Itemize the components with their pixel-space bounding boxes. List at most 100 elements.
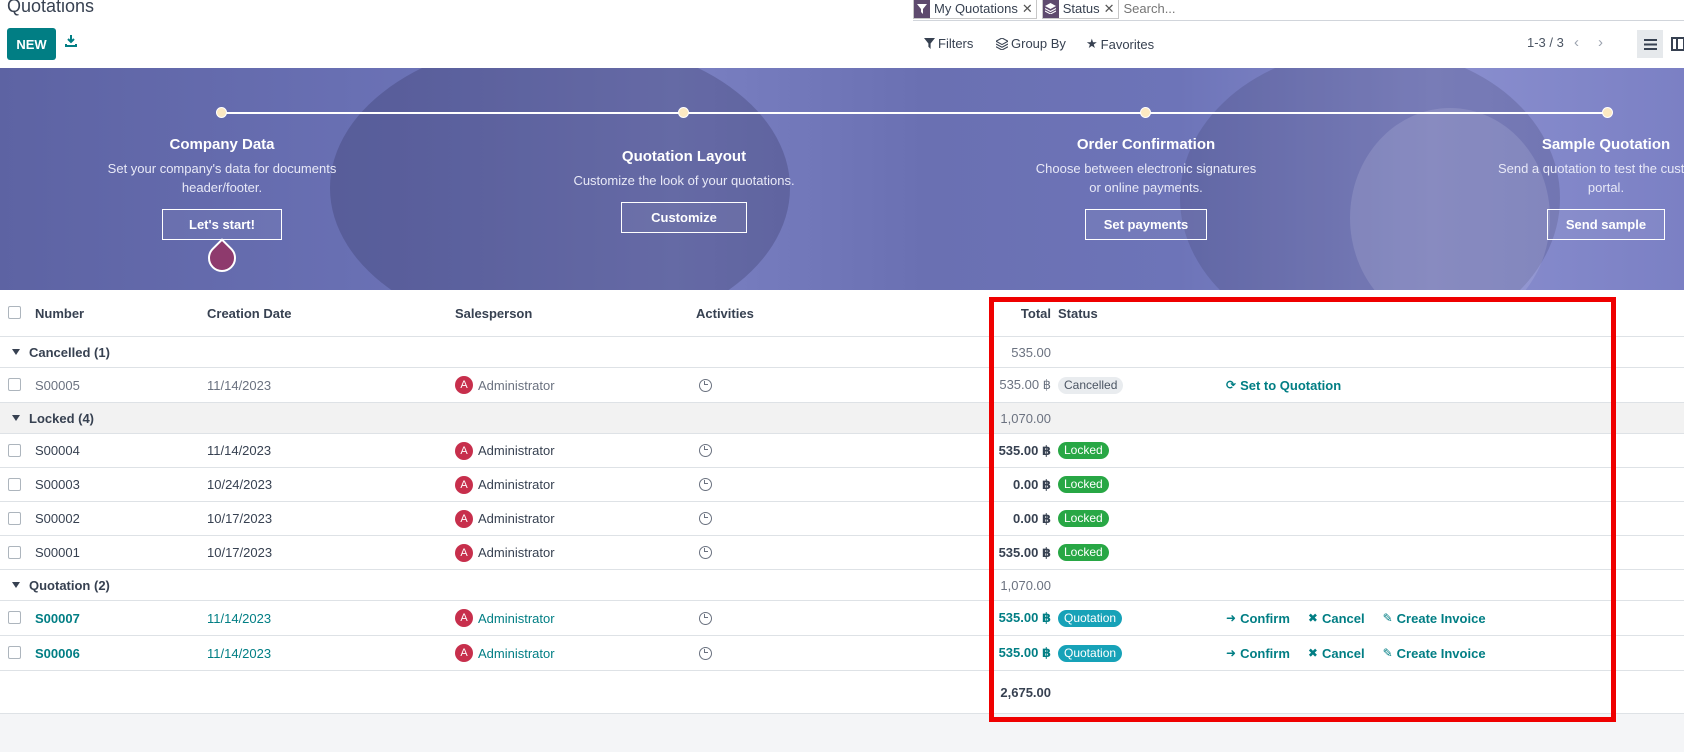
favorites-label: Favorites — [1100, 36, 1155, 52]
lets-start-button[interactable]: Let's start! — [162, 209, 282, 240]
favorites-toggle[interactable]: ★ Favorites — [1086, 36, 1154, 52]
avatar: A — [455, 441, 473, 460]
send-sample-button[interactable]: Send sample — [1546, 209, 1666, 240]
clock-icon[interactable] — [699, 546, 712, 559]
page-title: Quotations — [7, 0, 95, 16]
row-activity[interactable] — [699, 601, 712, 635]
clock-icon[interactable] — [699, 444, 712, 457]
close-icon[interactable]: ✕ — [1104, 0, 1118, 18]
control-panel: Quotations NEW My Quotations ✕ Status ✕ … — [0, 0, 1684, 68]
row-date: 10/24/2023 — [207, 477, 273, 492]
star-icon: ★ — [1086, 36, 1098, 51]
layers-icon — [1042, 0, 1059, 18]
row-activity[interactable] — [699, 468, 712, 501]
row-salesperson: A Administrator — [455, 536, 555, 569]
kanban-view-button[interactable] — [1670, 30, 1684, 58]
step-desc: Choose between electronic signatures or … — [1035, 161, 1257, 195]
col-activities[interactable]: Activities — [696, 290, 754, 336]
avatar: A — [455, 475, 473, 494]
progress-track — [222, 112, 1607, 114]
row-activity[interactable] — [699, 536, 712, 569]
search-input[interactable] — [1123, 1, 1374, 16]
row-number: S00003 — [35, 477, 80, 492]
row-checkbox[interactable] — [8, 477, 21, 491]
clock-icon[interactable] — [699, 611, 712, 625]
facet-my-quotations: My Quotations ✕ — [913, 0, 1037, 19]
row-activity[interactable] — [699, 502, 712, 535]
row-checkbox[interactable] — [8, 511, 21, 525]
row-date: 10/17/2023 — [207, 545, 273, 560]
select-all-checkbox[interactable] — [8, 306, 21, 319]
clock-icon[interactable] — [699, 512, 712, 525]
clock-icon[interactable] — [699, 378, 712, 392]
filters-toggle[interactable]: Filters — [924, 36, 973, 51]
row-activity[interactable] — [699, 368, 712, 402]
step-desc: Customize the look of your quotations. — [573, 173, 795, 188]
facet-status: Status ✕ — [1041, 0, 1119, 19]
list-icon — [1643, 38, 1657, 50]
row-number: S00007 — [35, 610, 80, 626]
close-icon[interactable]: ✕ — [1022, 0, 1036, 18]
step-dot — [678, 107, 689, 118]
row-date: 11/14/2023 — [207, 377, 272, 393]
step-title: Company Data — [169, 136, 275, 153]
col-salesperson[interactable]: Salesperson — [455, 290, 532, 336]
group-label: Locked (4) — [29, 410, 95, 426]
step-dot — [216, 107, 227, 118]
set-payments-button[interactable]: Set payments — [1084, 209, 1208, 240]
row-date: 11/14/2023 — [207, 443, 272, 458]
new-button[interactable]: NEW — [7, 28, 56, 60]
row-salesperson: A Administrator — [455, 502, 555, 535]
avatar: A — [455, 376, 473, 394]
group-label: Cancelled (1) — [29, 344, 110, 360]
step-quotation-layout: Quotation Layout Customize the look of y… — [554, 148, 814, 233]
row-checkbox[interactable] — [8, 378, 21, 391]
step-title: Sample Quotation — [1541, 136, 1671, 153]
row-checkbox[interactable] — [8, 646, 21, 659]
step-desc: Send a quotation to test the customer po… — [1497, 161, 1684, 195]
step-title: Quotation Layout — [621, 148, 747, 165]
filters-label: Filters — [938, 36, 974, 51]
groupby-label: Group By — [1011, 36, 1066, 51]
highlight-box — [989, 297, 1616, 722]
row-salesperson: A Administrator — [455, 368, 555, 402]
row-activity[interactable] — [699, 636, 712, 670]
row-checkbox[interactable] — [8, 443, 21, 457]
list-view-button[interactable] — [1637, 30, 1663, 58]
row-activity[interactable] — [699, 434, 712, 467]
step-title: Order Confirmation — [1076, 136, 1216, 153]
facet-label: My Quotations — [934, 0, 1018, 16]
col-number[interactable]: Number — [35, 290, 84, 336]
download-icon[interactable] — [64, 34, 80, 50]
group-label: Quotation (2) — [29, 577, 110, 593]
row-checkbox[interactable] — [8, 611, 21, 624]
filter-icon — [914, 0, 930, 18]
row-salesperson: A Administrator — [455, 468, 555, 501]
pager-value[interactable]: 1-3 / 3 — [1527, 35, 1564, 50]
row-number: S00002 — [35, 511, 80, 526]
caret-down-icon — [12, 415, 20, 421]
chevron-left-icon[interactable]: ‹ — [1574, 34, 1579, 51]
row-number: S00001 — [35, 545, 80, 560]
row-date: 11/14/2023 — [207, 645, 272, 661]
col-creation-date[interactable]: Creation Date — [207, 290, 292, 336]
layers-icon — [996, 37, 1008, 50]
customize-button[interactable]: Customize — [621, 202, 747, 233]
chevron-right-icon[interactable]: › — [1598, 34, 1603, 51]
row-salesperson: A Administrator — [455, 601, 555, 635]
onboarding-banner: Company Data Set your company's data for… — [0, 68, 1684, 290]
clock-icon[interactable] — [699, 478, 712, 491]
kanban-icon — [1671, 37, 1684, 51]
row-number: S00004 — [35, 443, 80, 458]
row-number: S00006 — [35, 645, 80, 661]
row-salesperson: A Administrator — [455, 434, 555, 467]
row-date: 11/14/2023 — [207, 610, 272, 626]
step-sample-quotation: Sample Quotation Send a quotation to tes… — [1476, 136, 1684, 240]
step-order-confirmation: Order Confirmation Choose between electr… — [1016, 136, 1276, 240]
row-number: S00005 — [35, 377, 80, 393]
step-marker-icon — [202, 238, 242, 278]
row-checkbox[interactable] — [8, 545, 21, 559]
groupby-toggle[interactable]: Group By — [996, 36, 1066, 51]
avatar: A — [455, 644, 473, 662]
clock-icon[interactable] — [699, 646, 712, 660]
